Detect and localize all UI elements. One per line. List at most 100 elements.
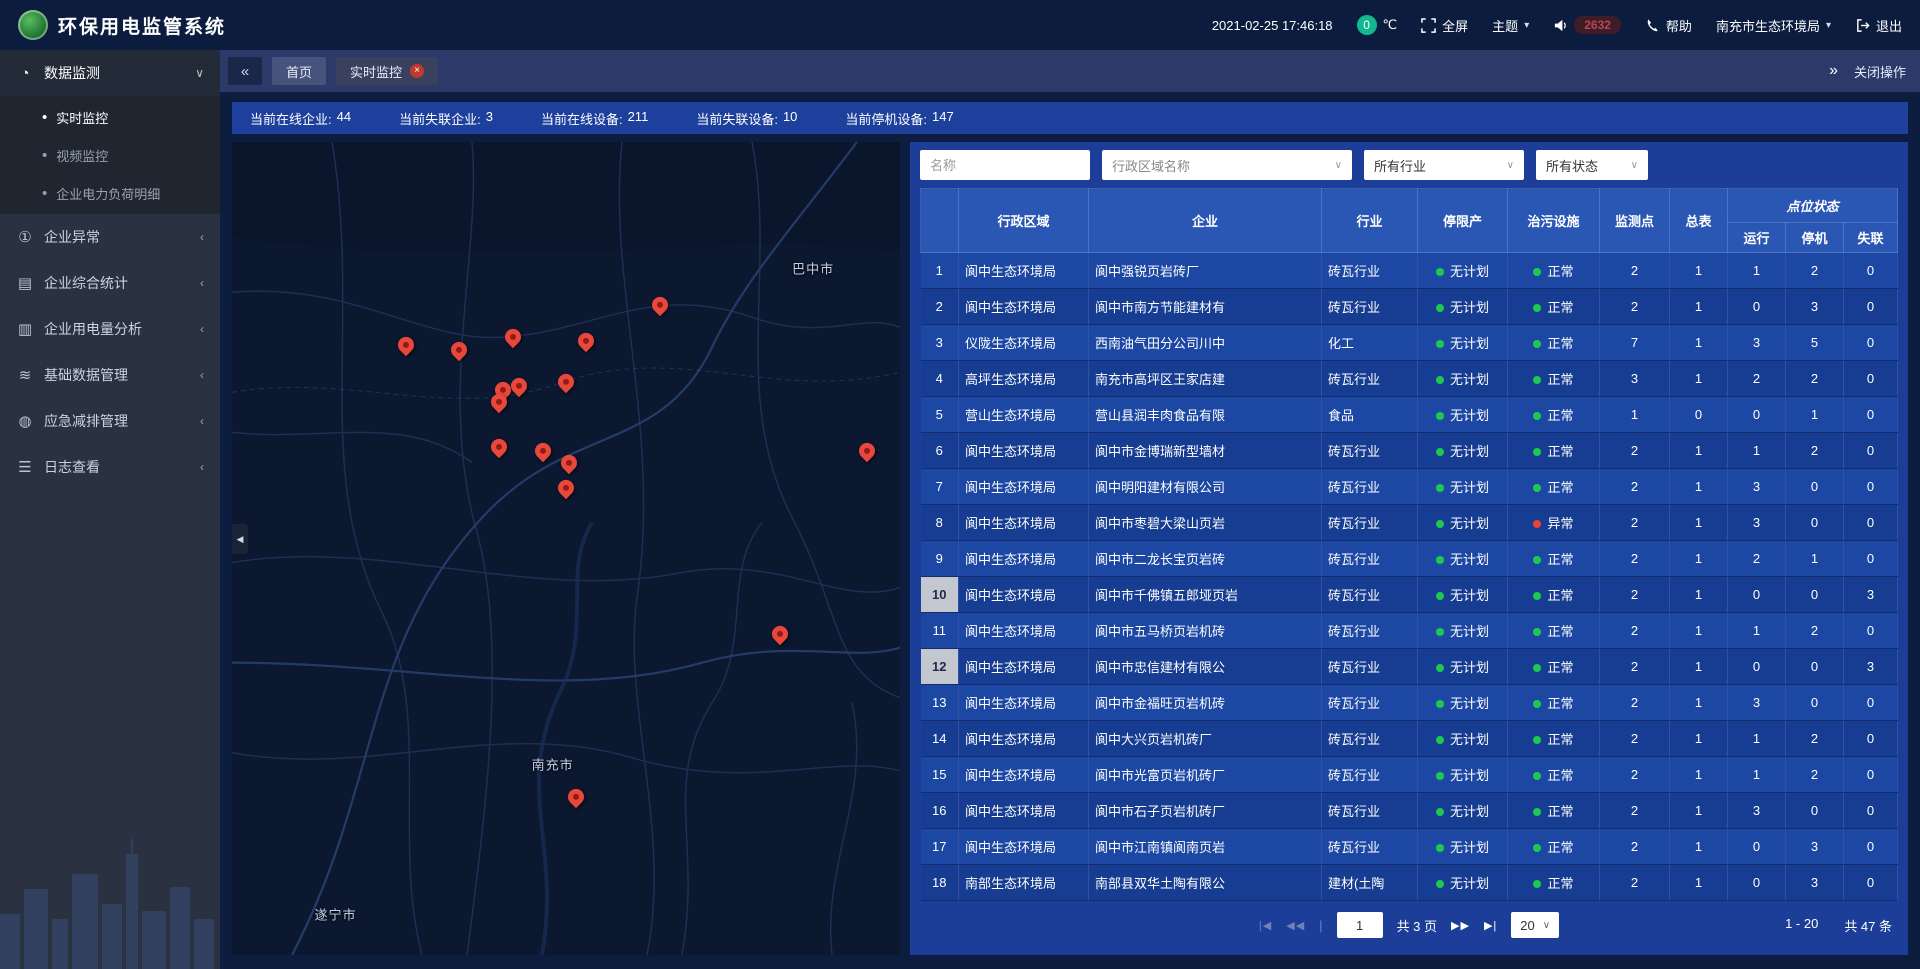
map-pin-icon[interactable] — [489, 437, 509, 463]
cell-limit-production: 无计划 — [1418, 865, 1508, 901]
table-row[interactable]: 14阆中生态环境局阆中大兴页岩机砖厂砖瓦行业无计划正常21120 — [921, 721, 1898, 757]
map-pin-icon[interactable] — [857, 441, 877, 467]
table-row[interactable]: 17阆中生态环境局阆中市江南镇阆南页岩砖瓦行业无计划正常21030 — [921, 829, 1898, 865]
table-row[interactable]: 9阆中生态环境局阆中市二龙长宝页岩砖砖瓦行业无计划正常21210 — [921, 541, 1898, 577]
cell-industry: 砖瓦行业 — [1322, 433, 1418, 469]
table-row[interactable]: 15阆中生态环境局阆中市光富页岩机砖厂砖瓦行业无计划正常21120 — [921, 757, 1898, 793]
map-pin-icon[interactable] — [449, 339, 469, 365]
table-row[interactable]: 5营山生态环境局营山县润丰肉食品有限食品无计划正常10010 — [921, 397, 1898, 433]
page-prev-button[interactable]: ◀◀ — [1286, 919, 1305, 932]
cell-company[interactable]: 阆中市枣碧大梁山页岩 — [1089, 505, 1322, 541]
stat-value: 3 — [486, 109, 493, 128]
cell-total-meter: 1 — [1670, 541, 1728, 577]
sidebar-subitem[interactable]: •视频监控 — [0, 136, 220, 174]
status-dot-icon — [1533, 376, 1541, 384]
cell-company[interactable]: 阆中市金福旺页岩机砖 — [1089, 685, 1322, 721]
tabs-scroll-left-button[interactable]: « — [228, 57, 262, 85]
cell-company[interactable]: 阆中市光富页岩机砖厂 — [1089, 757, 1322, 793]
cell-company[interactable]: 阆中市忠信建材有限公 — [1089, 649, 1322, 685]
cell-limit-production: 无计划 — [1418, 649, 1508, 685]
table-row[interactable]: 11阆中生态环境局阆中市五马桥页岩机砖砖瓦行业无计划正常21120 — [921, 613, 1898, 649]
table-row[interactable]: 3仪陇生态环境局西南油气田分公司川中化工无计划正常71350 — [921, 325, 1898, 361]
cell-company[interactable]: 阆中市金博瑞新型墙材 — [1089, 433, 1322, 469]
status-filter-select[interactable]: 所有状态 ∨ — [1536, 150, 1648, 180]
map-pin-icon[interactable] — [566, 787, 586, 813]
page-next-button[interactable]: ▶▶ — [1451, 919, 1470, 932]
page-first-button[interactable]: |◀ — [1259, 919, 1272, 932]
map-pin-icon[interactable] — [489, 392, 509, 418]
sidebar-item[interactable]: ≋基础数据管理‹ — [0, 352, 220, 398]
map-pin-icon[interactable] — [396, 335, 416, 361]
map-pin-icon[interactable] — [556, 478, 576, 504]
cell-company[interactable]: 阆中市千佛镇五郎垭页岩 — [1089, 577, 1322, 613]
sidebar-item[interactable]: ☰日志查看‹ — [0, 444, 220, 490]
chevron-left-icon: ‹ — [200, 368, 204, 382]
page-size-select[interactable]: 20 ∨ — [1511, 912, 1559, 938]
tab-close-icon[interactable]: × — [410, 64, 424, 78]
alarm-count-badge: 2632 — [1574, 16, 1621, 34]
status-dot-icon — [1533, 844, 1541, 852]
table-row[interactable]: 10阆中生态环境局阆中市千佛镇五郎垭页岩砖瓦行业无计划正常21003 — [921, 577, 1898, 613]
map-pin-icon[interactable] — [533, 441, 553, 467]
cell-company[interactable]: 阆中市五马桥页岩机砖 — [1089, 613, 1322, 649]
cell-company[interactable]: 阆中大兴页岩机砖厂 — [1089, 721, 1322, 757]
cell-company[interactable]: 营山县润丰肉食品有限 — [1089, 397, 1322, 433]
cell-company[interactable]: 阆中市江南镇阆南页岩 — [1089, 829, 1322, 865]
map-pin-icon[interactable] — [509, 376, 529, 402]
sidebar-item[interactable]: ①企业异常‹ — [0, 214, 220, 260]
map-pin-icon[interactable] — [650, 295, 670, 321]
sidebar-item[interactable]: ◔数据监测∨ — [0, 50, 220, 96]
tabs-scroll-right-button[interactable]: » — [1829, 62, 1838, 80]
map-pin-icon[interactable] — [556, 372, 576, 398]
map-collapse-handle[interactable]: ◀ — [232, 524, 248, 554]
table-row[interactable]: 16阆中生态环境局阆中市石子页岩机砖厂砖瓦行业无计划正常21300 — [921, 793, 1898, 829]
region-filter-select[interactable]: 行政区域名称 ∨ — [1102, 150, 1352, 180]
map-canvas[interactable]: 巴中市南充市遂宁市 ◀ — [232, 142, 900, 955]
page-number-input[interactable] — [1337, 912, 1383, 938]
sidebar-subitem[interactable]: •企业电力负荷明细 — [0, 174, 220, 212]
cell-total-meter: 1 — [1670, 793, 1728, 829]
cell-company[interactable]: 西南油气田分公司川中 — [1089, 325, 1322, 361]
map-pin-icon[interactable] — [770, 624, 790, 650]
status-dot-icon — [1533, 592, 1541, 600]
cell-company[interactable]: 阆中明阳建材有限公司 — [1089, 469, 1322, 505]
logout-button[interactable]: 退出 — [1855, 16, 1902, 35]
table-row[interactable]: 8阆中生态环境局阆中市枣碧大梁山页岩砖瓦行业无计划异常21300 — [921, 505, 1898, 541]
sidebar-item[interactable]: ▥企业用电量分析‹ — [0, 306, 220, 352]
page-last-button[interactable]: ▶| — [1484, 919, 1497, 932]
map-pin-icon[interactable] — [576, 331, 596, 357]
help-button[interactable]: 帮助 — [1645, 16, 1692, 35]
table-row[interactable]: 6阆中生态环境局阆中市金博瑞新型墙材砖瓦行业无计划正常21120 — [921, 433, 1898, 469]
table-row[interactable]: 13阆中生态环境局阆中市金福旺页岩机砖砖瓦行业无计划正常21300 — [921, 685, 1898, 721]
sidebar-subitem[interactable]: •实时监控 — [0, 98, 220, 136]
close-operations-button[interactable]: 关闭操作 — [1854, 62, 1906, 81]
fullscreen-button[interactable]: 全屏 — [1421, 16, 1468, 35]
table-row[interactable]: 12阆中生态环境局阆中市忠信建材有限公砖瓦行业无计划正常21003 — [921, 649, 1898, 685]
cell-limit-production: 无计划 — [1418, 577, 1508, 613]
cell-company[interactable]: 阆中市二龙长宝页岩砖 — [1089, 541, 1322, 577]
map-pin-icon[interactable] — [503, 327, 523, 353]
sidebar-item[interactable]: ◍应急减排管理‹ — [0, 398, 220, 444]
cell-company[interactable]: 阆中强锐页岩砖厂 — [1089, 253, 1322, 289]
table-row[interactable]: 7阆中生态环境局阆中明阳建材有限公司砖瓦行业无计划正常21300 — [921, 469, 1898, 505]
table-row[interactable]: 2阆中生态环境局阆中市南方节能建材有砖瓦行业无计划正常21030 — [921, 289, 1898, 325]
table-row[interactable]: 18南部生态环境局南部县双华土陶有限公建材(土陶无计划正常21030 — [921, 865, 1898, 901]
industry-filter-select[interactable]: 所有行业 ∨ — [1364, 150, 1524, 180]
theme-menu[interactable]: 主题 ▾ — [1492, 16, 1529, 35]
alarm-speaker-button[interactable]: 2632 — [1553, 16, 1621, 34]
cell-company[interactable]: 南充市高坪区王家店建 — [1089, 361, 1322, 397]
data-panel: 行政区域名称 ∨ 所有行业 ∨ 所有状态 ∨ — [910, 142, 1908, 955]
tab-home[interactable]: 首页 — [272, 57, 326, 85]
bullet-icon: • — [42, 110, 47, 125]
organization-menu[interactable]: 南充市生态环境局 ▾ — [1716, 16, 1831, 35]
sidebar-item[interactable]: ▤企业综合统计‹ — [0, 260, 220, 306]
cell-company[interactable]: 阆中市南方节能建材有 — [1089, 289, 1322, 325]
cell-company[interactable]: 南部县双华土陶有限公 — [1089, 865, 1322, 901]
name-filter-input[interactable] — [920, 150, 1090, 180]
map-pin-icon[interactable] — [559, 453, 579, 479]
table-row[interactable]: 4高坪生态环境局南充市高坪区王家店建砖瓦行业无计划正常31220 — [921, 361, 1898, 397]
cell-region: 高坪生态环境局 — [959, 361, 1089, 397]
cell-company[interactable]: 阆中市石子页岩机砖厂 — [1089, 793, 1322, 829]
tab-realtime-monitor[interactable]: 实时监控 × — [336, 57, 438, 85]
table-row[interactable]: 1阆中生态环境局阆中强锐页岩砖厂砖瓦行业无计划正常21120 — [921, 253, 1898, 289]
